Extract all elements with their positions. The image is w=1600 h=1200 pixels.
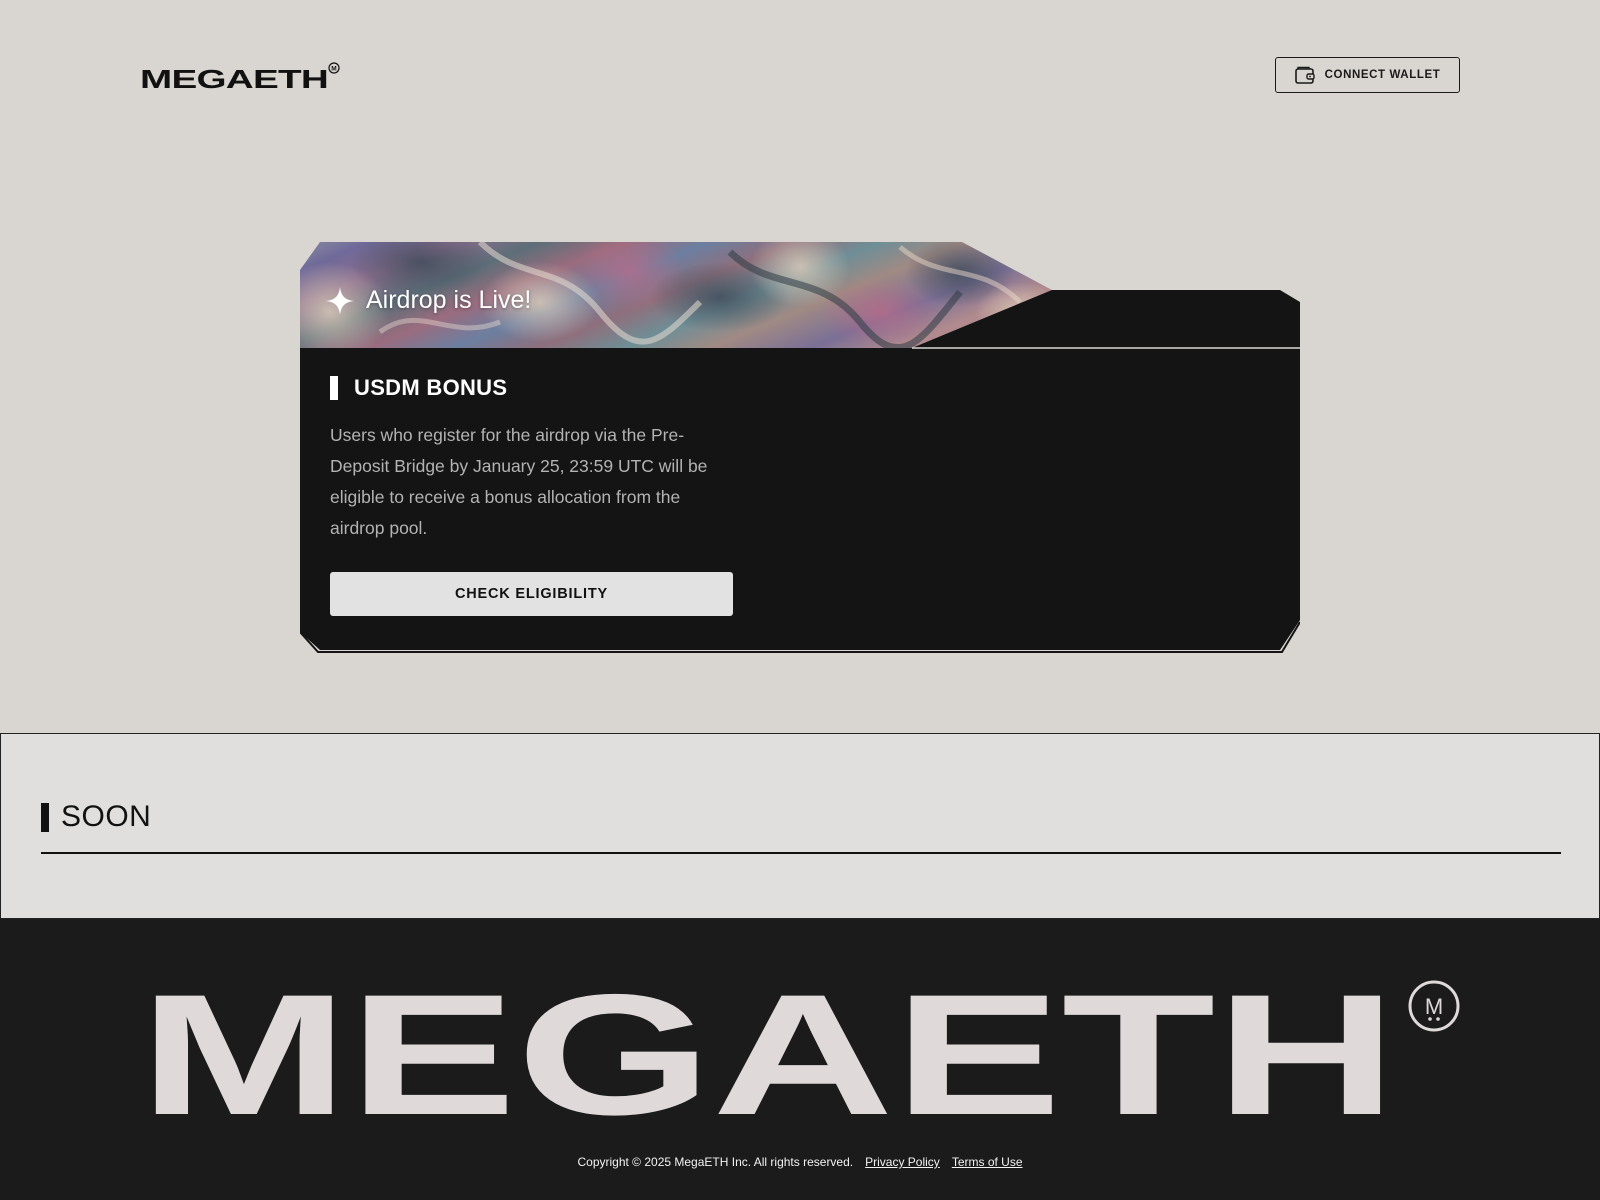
svg-text:M: M <box>331 66 336 73</box>
footer-logo-wordmark: MEGAETH <box>139 979 1397 1129</box>
heading-accent-bar <box>330 376 338 400</box>
footer-legal: Copyright © 2025 MegaETH Inc. All rights… <box>0 1155 1600 1169</box>
sparkle-star-icon <box>326 286 354 315</box>
site-footer: MEGAETH M Copyright © 2025 MegaETH Inc. … <box>0 919 1600 1200</box>
site-header: MEGAETH M CONNECT WALLET <box>0 0 1600 150</box>
airdrop-banner-title: Airdrop is Live! <box>326 286 531 315</box>
connect-wallet-label: CONNECT WALLET <box>1324 69 1441 81</box>
privacy-policy-link[interactable]: Privacy Policy <box>865 1155 940 1169</box>
connect-wallet-button[interactable]: CONNECT WALLET <box>1275 57 1460 93</box>
wallet-icon <box>1294 66 1315 84</box>
soon-section: SOON <box>0 733 1600 919</box>
usdm-bonus-title: USDM BONUS <box>354 375 508 400</box>
check-eligibility-button[interactable]: CHECK ELIGIBILITY <box>330 572 733 616</box>
megaeth-logo[interactable]: MEGAETH M <box>140 62 340 92</box>
usdm-bonus-description: Users who register for the airdrop via t… <box>330 425 708 538</box>
soon-accent-bar <box>41 802 49 832</box>
copyright-text: Copyright © 2025 MegaETH Inc. All rights… <box>577 1155 854 1169</box>
terms-of-use-link[interactable]: Terms of Use <box>952 1155 1023 1169</box>
soon-heading: SOON <box>41 800 151 834</box>
svg-text:M: M <box>1425 994 1443 1019</box>
logo-wordmark: MEGAETH <box>140 64 328 92</box>
banner-title-text: Airdrop is Live! <box>366 286 532 314</box>
footer-megaeth-logo: MEGAETH M <box>139 979 1460 1129</box>
soon-divider <box>41 852 1561 854</box>
usdm-bonus-heading: USDM BONUS <box>330 375 507 401</box>
airdrop-card: Airdrop is Live! USDM BONUS Users who re… <box>300 242 1300 660</box>
megaeth-logo-mark: MEGAETH M <box>140 62 340 92</box>
soon-title: SOON <box>61 800 152 833</box>
